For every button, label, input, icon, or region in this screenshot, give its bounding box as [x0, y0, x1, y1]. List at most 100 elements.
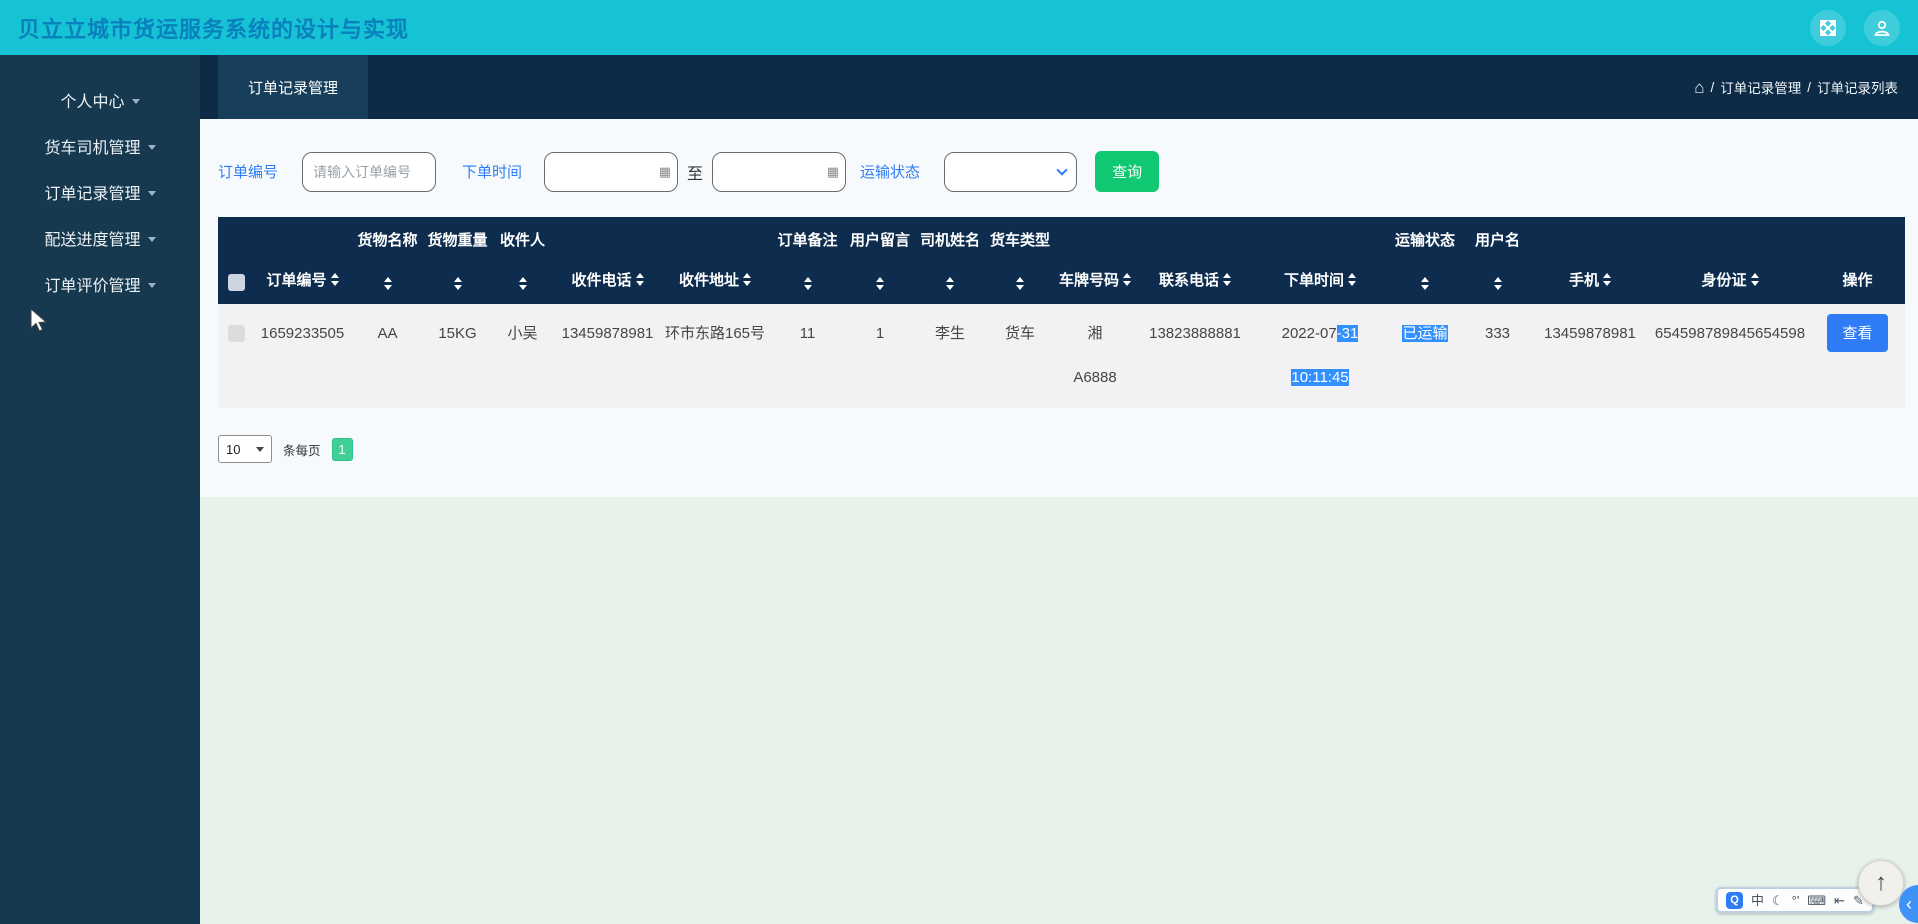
group-header-transport-status: 运输状态	[1385, 217, 1465, 261]
search-button[interactable]: 查询	[1095, 151, 1160, 192]
group-header-empty	[1530, 217, 1650, 261]
order-record-card: 订单编号 下单时间 ▦ 至 ▦	[200, 119, 1918, 497]
column-header-plate-no[interactable]: 车牌号码	[1055, 261, 1135, 304]
breadcrumb-order-record-list[interactable]: 订单记录列表	[1817, 77, 1898, 97]
cell-cargo-name: AA	[350, 304, 425, 408]
breadcrumb-order-record-mgmt[interactable]: 订单记录管理	[1720, 77, 1801, 97]
column-header-id-card[interactable]: 身份证	[1650, 261, 1810, 304]
sort-icon	[1123, 273, 1131, 286]
home-icon[interactable]: ⌂	[1694, 79, 1704, 96]
ime-logo-icon[interactable]: Q	[1726, 891, 1743, 909]
back-to-top-button[interactable]: ↑	[1858, 860, 1904, 906]
sidebar-item-delivery-progress-mgmt[interactable]: 配送进度管理	[0, 215, 200, 261]
sidebar-item-truck-driver-mgmt[interactable]: 货车司机管理	[0, 123, 200, 169]
cell-username: 333	[1465, 304, 1530, 408]
page-1-button[interactable]: 1	[331, 437, 353, 461]
row-select-cell	[218, 304, 255, 408]
ime-toolbar: Q 中 ☾ °' ⌨ ⇤ ✎	[1716, 887, 1874, 913]
column-header-receiver[interactable]	[490, 261, 555, 304]
cell-receiver-address: 环市东路165号	[660, 304, 770, 408]
cursor-tool-icon[interactable]: ⇤	[1834, 894, 1845, 907]
order-no-input[interactable]	[302, 151, 437, 192]
column-header-cargo-name[interactable]	[350, 261, 425, 304]
group-header-user-message: 用户留言	[845, 217, 915, 261]
column-header-transport-status[interactable]	[1385, 261, 1465, 304]
cell-driver-name: 李生	[915, 304, 985, 408]
page-size-value: 10	[226, 441, 241, 457]
column-header-label: 操作	[1842, 272, 1873, 289]
per-page-label: 条每页	[283, 443, 321, 458]
cell-contact-phone: 13823888881	[1135, 304, 1255, 408]
sort-icon	[803, 277, 812, 290]
sidebar-item-label: 订单记录管理	[44, 186, 141, 203]
group-header-driver-name: 司机姓名	[915, 217, 985, 261]
breadcrumb: ⌂ / 订单记录管理 / 订单记录列表	[1694, 55, 1918, 119]
column-header-contact-phone[interactable]: 联系电话	[1135, 261, 1255, 304]
column-header-order-no[interactable]: 订单编号	[255, 261, 350, 304]
cell-action: 查看	[1810, 304, 1905, 408]
column-header-label: 车牌号码	[1058, 272, 1119, 289]
transport-status-select[interactable]	[944, 151, 1078, 192]
column-header-username[interactable]	[1465, 261, 1530, 304]
order-time-start-input[interactable]	[544, 151, 679, 192]
user-menu-button[interactable]	[1864, 9, 1900, 46]
sort-icon	[1016, 277, 1024, 290]
column-header-mobile[interactable]: 手机	[1530, 261, 1650, 304]
group-header-truck-type: 货车类型	[985, 217, 1055, 261]
table-column-header-row: 订单编号 收件电话 收件地址 车牌号码 联系电话 下单时间 手机 身份证 操作	[218, 261, 1905, 304]
group-header-empty	[1055, 217, 1135, 261]
view-button[interactable]: 查看	[1827, 313, 1888, 352]
cell-order-no: 1659233505	[255, 304, 350, 408]
cell-order-note: 11	[770, 304, 845, 408]
arrow-up-icon: ↑	[1875, 869, 1887, 896]
sidebar-item-order-record-mgmt[interactable]: 订单记录管理	[0, 169, 200, 215]
plate-line-2: A6888	[1073, 369, 1117, 386]
content-area: 订单编号 下单时间 ▦ 至 ▦	[200, 119, 1918, 924]
column-header-receiver-address[interactable]: 收件地址	[660, 261, 770, 304]
sort-icon	[1603, 273, 1611, 286]
cell-plate-no: 湘 A6888	[1055, 304, 1135, 408]
tab-order-record-mgmt[interactable]: 订单记录管理	[218, 55, 369, 119]
sort-icon	[1750, 273, 1759, 286]
breadcrumb-separator: /	[1807, 79, 1811, 95]
column-header-order-time[interactable]: 下单时间	[1255, 261, 1385, 304]
filter-bar: 订单编号 下单时间 ▦ 至 ▦	[218, 151, 1918, 192]
column-header-truck-type[interactable]	[985, 261, 1055, 304]
sidebar-item-order-review-mgmt[interactable]: 订单评价管理	[0, 261, 200, 307]
fullscreen-icon	[1819, 19, 1837, 37]
moon-icon[interactable]: ☾	[1772, 894, 1784, 907]
column-header-action: 操作	[1810, 261, 1905, 304]
chevron-down-icon	[147, 237, 156, 242]
chevron-down-icon	[256, 446, 264, 452]
chinese-mode-icon[interactable]: 中	[1751, 894, 1764, 907]
cell-order-time: 2022-07-31 10:11:45	[1255, 304, 1385, 408]
keyboard-icon[interactable]: ⌨	[1807, 894, 1826, 907]
group-header-empty	[1810, 217, 1905, 261]
column-header-order-note[interactable]	[770, 261, 845, 304]
cell-receiver: 小吴	[490, 304, 555, 408]
column-header-receiver-phone[interactable]: 收件电话	[555, 261, 660, 304]
punctuation-icon[interactable]: °'	[1792, 894, 1800, 907]
order-time-end-input[interactable]	[712, 151, 847, 192]
sort-icon	[518, 277, 527, 290]
cell-truck-type: 货车	[985, 304, 1055, 408]
transport-status-label: 运输状态	[860, 164, 921, 181]
column-header-label: 身份证	[1701, 272, 1747, 289]
chevron-down-icon	[131, 99, 140, 104]
column-header-label: 收件电话	[571, 272, 632, 289]
column-header-driver-name[interactable]	[915, 261, 985, 304]
sort-icon	[330, 273, 339, 286]
sidebar-item-personal-center[interactable]: 个人中心	[0, 77, 200, 123]
cell-receiver-phone: 13459878981	[555, 304, 660, 408]
order-table: 货物名称 货物重量 收件人 订单备注 用户留言 司机姓名 货车类型 运输状态 用…	[218, 217, 1905, 408]
to-label: 至	[687, 165, 704, 183]
select-all-checkbox[interactable]	[228, 274, 245, 291]
fullscreen-button[interactable]	[1810, 9, 1846, 46]
column-header-label: 下单时间	[1283, 272, 1344, 289]
sort-icon	[383, 277, 392, 290]
column-header-cargo-weight[interactable]	[425, 261, 490, 304]
column-header-user-message[interactable]	[845, 261, 915, 304]
row-checkbox[interactable]	[228, 325, 245, 342]
page-size-select[interactable]: 10	[218, 435, 272, 463]
topbar: 贝立立城市货运服务系统的设计与实现	[0, 0, 1918, 55]
